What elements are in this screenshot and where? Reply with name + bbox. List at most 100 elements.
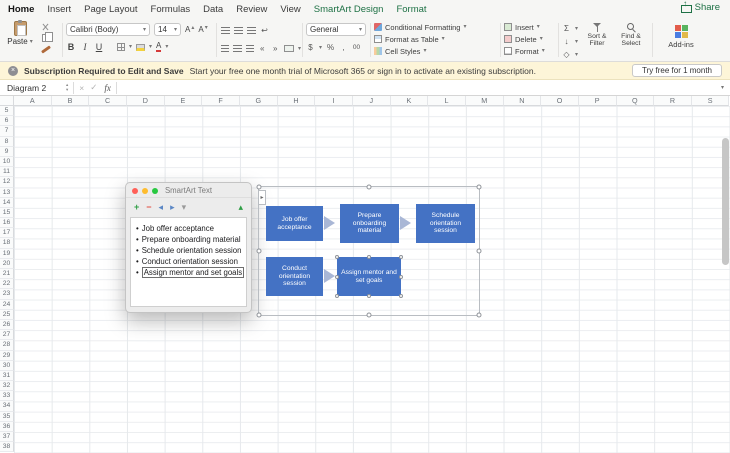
delete-cells-button[interactable]: Delete ▾	[504, 33, 556, 45]
fill-button[interactable]: ↓ ▾	[562, 36, 580, 47]
column-header-M[interactable]: M	[465, 96, 504, 106]
align-top-icon[interactable]	[221, 27, 230, 34]
column-header-G[interactable]: G	[239, 96, 278, 106]
text-pane-toggle[interactable]: ▸	[258, 190, 266, 205]
selection-handle[interactable]	[366, 184, 372, 190]
column-header-H[interactable]: H	[277, 96, 316, 106]
tab-review[interactable]: Review	[236, 4, 267, 15]
smartart-text-list[interactable]: • Job offer acceptance • Prepare onboarding…	[130, 217, 247, 307]
align-bottom-icon[interactable]	[247, 27, 256, 34]
column-header-K[interactable]: K	[390, 96, 429, 106]
column-header-N[interactable]: N	[503, 96, 542, 106]
font-name-combo[interactable]: Calibri (Body) ▾	[66, 23, 150, 36]
row-header-6[interactable]: 6	[0, 116, 14, 127]
row-header-30[interactable]: 30	[0, 360, 14, 371]
row-header-29[interactable]: 29	[0, 350, 14, 361]
selection-handle[interactable]	[399, 294, 403, 298]
smartart-list-item[interactable]: • Prepare onboarding material	[136, 234, 241, 245]
row-header-24[interactable]: 24	[0, 299, 14, 310]
row-header-28[interactable]: 28	[0, 340, 14, 351]
row-header-12[interactable]: 12	[0, 177, 14, 188]
row-header-13[interactable]: 13	[0, 187, 14, 198]
row-header-16[interactable]: 16	[0, 218, 14, 229]
diagram-shape[interactable]: Job offer acceptance	[266, 206, 323, 241]
wrap-text-icon[interactable]: ↩	[260, 25, 269, 36]
selection-handle[interactable]	[335, 255, 339, 259]
selection-handle[interactable]	[256, 184, 262, 190]
cancel-icon[interactable]: ×	[79, 83, 84, 93]
cut-icon[interactable]	[41, 23, 49, 31]
row-header-35[interactable]: 35	[0, 411, 14, 422]
row-header-18[interactable]: 18	[0, 238, 14, 249]
row-header-8[interactable]: 8	[0, 136, 14, 147]
tab-home[interactable]: Home	[8, 4, 34, 15]
decrease-font-button[interactable]: A ▾	[198, 25, 207, 34]
column-header-P[interactable]: P	[578, 96, 617, 106]
row-header-14[interactable]: 14	[0, 197, 14, 208]
selection-handle[interactable]	[367, 294, 371, 298]
cell-styles-button[interactable]: Cell Styles ▾	[374, 45, 498, 57]
smartart-list-item[interactable]: • Assign mentor and set goals	[136, 267, 245, 278]
row-header-22[interactable]: 22	[0, 279, 14, 290]
demote-icon[interactable]: ▸	[170, 202, 175, 212]
selection-handle[interactable]	[476, 312, 482, 318]
align-center-icon[interactable]	[233, 45, 242, 52]
format-painter-icon[interactable]	[41, 45, 51, 54]
italic-button[interactable]: I	[80, 42, 90, 52]
remove-bullet-icon[interactable]: −	[146, 202, 151, 212]
increase-font-button[interactable]: A ▴	[185, 25, 194, 34]
number-format-combo[interactable]: General ▾	[306, 23, 366, 36]
selection-handle[interactable]	[399, 274, 403, 279]
smartart-list-item[interactable]: • Schedule orientation session	[136, 245, 241, 256]
currency-icon[interactable]: $	[306, 42, 315, 53]
align-left-icon[interactable]	[221, 45, 230, 52]
row-header-7[interactable]: 7	[0, 126, 14, 137]
move-up-icon[interactable]: ▴	[238, 202, 243, 212]
row-header-21[interactable]: 21	[0, 269, 14, 280]
smartart-diagram[interactable]: ▸ Job offer acceptance Prepare onboarding…	[256, 184, 482, 318]
selection-handle[interactable]	[256, 248, 262, 254]
font-size-combo[interactable]: 14 ▾	[154, 23, 181, 36]
borders-icon[interactable]	[117, 43, 125, 51]
decimal-icon[interactable]: 00	[352, 42, 361, 53]
promote-icon[interactable]: ◂	[159, 202, 164, 212]
name-box-stepper[interactable]: ▴ ▾	[66, 82, 68, 91]
close-icon[interactable]	[132, 187, 138, 194]
comma-style-icon[interactable]: ,	[339, 42, 348, 53]
font-color-icon[interactable]: A	[156, 42, 162, 52]
vertical-scrollbar[interactable]	[722, 138, 729, 265]
column-header-C[interactable]: C	[89, 96, 127, 106]
diagram-shape[interactable]: Conduct orientation session	[266, 257, 323, 296]
diagram-shape[interactable]: Prepare onboarding material	[340, 204, 399, 243]
paste-button[interactable]: Paste ▾	[5, 20, 35, 61]
row-header-11[interactable]: 11	[0, 167, 14, 178]
smartart-list-item[interactable]: • Conduct orientation session	[136, 256, 241, 267]
column-header-B[interactable]: B	[51, 96, 90, 106]
tab-smartart-design[interactable]: SmartArt Design	[314, 4, 384, 15]
sort-filter-button[interactable]: Sort & Filter	[580, 23, 614, 61]
row-header-20[interactable]: 20	[0, 258, 14, 269]
format-as-table-button[interactable]: Format as Table ▾	[374, 33, 498, 45]
column-header-A[interactable]: A	[14, 96, 52, 106]
formula-bar-expand-icon[interactable]: ▾	[721, 85, 724, 91]
column-header-Q[interactable]: Q	[616, 96, 655, 106]
underline-button[interactable]: U	[94, 42, 104, 52]
try-free-button[interactable]: Try free for 1 month	[632, 64, 722, 77]
tab-data[interactable]: Data	[203, 4, 223, 15]
selection-handle[interactable]	[476, 184, 482, 190]
row-header-15[interactable]: 15	[0, 207, 14, 219]
zoom-icon[interactable]	[152, 187, 158, 194]
row-header-36[interactable]: 36	[0, 421, 14, 432]
row-header-33[interactable]: 33	[0, 391, 14, 402]
merge-center-icon[interactable]	[283, 45, 294, 52]
smartart-pane-titlebar[interactable]: SmartArt Text	[126, 183, 251, 198]
row-header-19[interactable]: 19	[0, 248, 14, 259]
insert-function-icon[interactable]: fx	[104, 83, 111, 93]
selection-handle[interactable]	[476, 248, 482, 254]
row-header-38[interactable]: 38	[0, 442, 14, 453]
smartart-text-pane[interactable]: SmartArt Text + − ◂ ▸ ▾ ▴ • Job offer acc…	[125, 182, 252, 313]
tab-insert[interactable]: Insert	[47, 4, 71, 15]
copy-icon[interactable]	[42, 31, 53, 42]
row-header-31[interactable]: 31	[0, 370, 14, 382]
increase-indent-icon[interactable]: »	[271, 43, 280, 54]
